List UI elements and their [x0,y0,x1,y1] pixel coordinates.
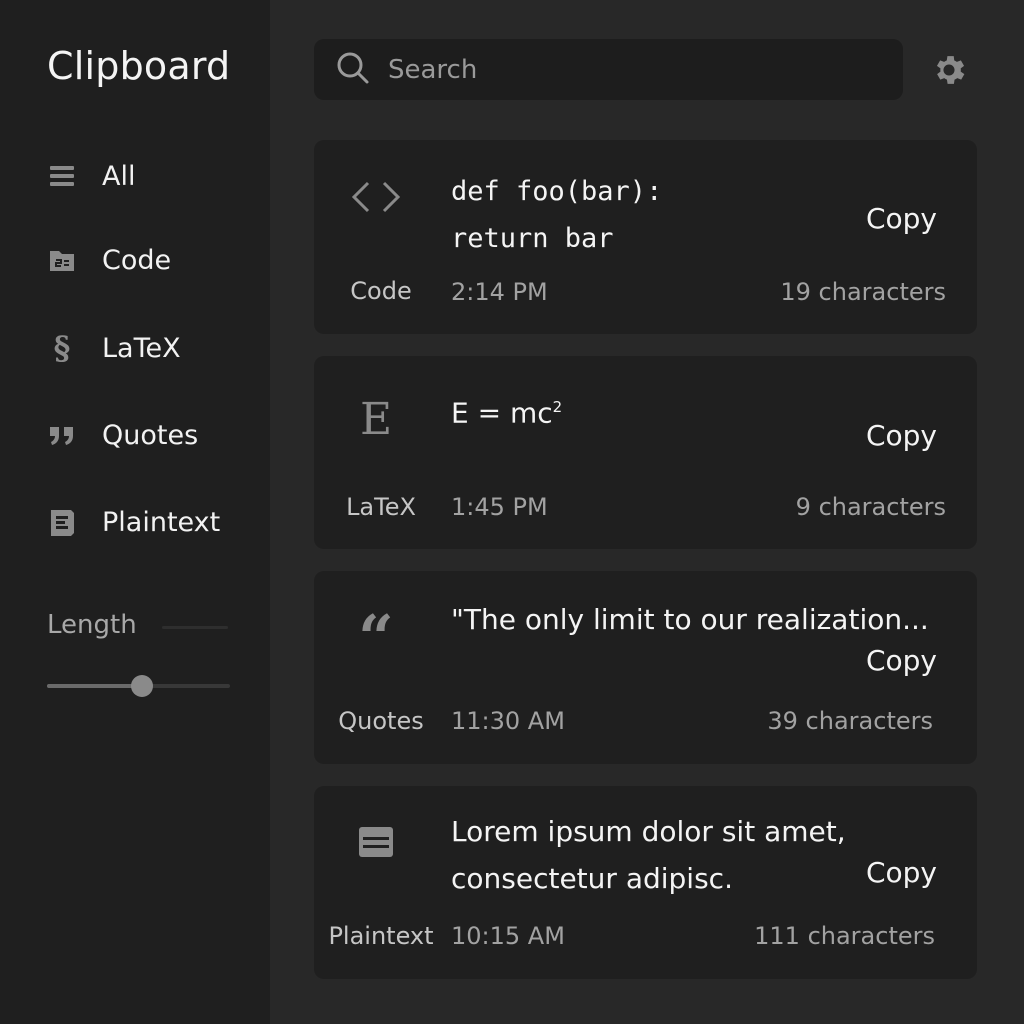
code-brackets-icon [340,167,412,227]
sidebar-item-label: Code [102,244,172,276]
sidebar-item-label: LaTeX [102,332,181,364]
clip-card[interactable]: Lorem ipsum dolor sit amet, consectetur … [314,786,977,979]
clip-char-count: 39 characters [767,707,933,735]
svg-text:E: E [360,396,392,440]
clip-char-count: 9 characters [795,493,946,521]
clip-time: 2:14 PM [451,278,548,306]
search-bar[interactable] [314,39,903,100]
clip-line: Lorem ipsum dolor sit amet, [451,815,846,848]
quote-icon: “ [340,599,412,659]
sidebar-item-label: Quotes [102,419,199,451]
clip-type: Plaintext [328,922,434,950]
svg-text:§: § [54,331,71,365]
clip-line: return bar [451,223,614,254]
clip-card[interactable]: E E = mc2 Copy LaTeX 1:45 PM 9 character… [314,356,977,549]
clip-line: def foo(bar): [451,176,663,207]
clip-line: consectetur adipisc. [451,862,733,895]
clip-time: 10:15 AM [451,922,565,950]
text-icon [47,507,77,537]
sidebar-item-latex[interactable]: § LaTeX [47,328,181,368]
length-slider[interactable] [47,672,230,700]
slider-fill [47,684,143,688]
copy-button[interactable]: Copy [866,856,937,889]
sidebar-item-label: Plaintext [102,506,221,538]
search-icon [336,51,370,89]
sidebar: Clipboard All Code § LaTeX Quotes Plaint… [0,0,270,1024]
latex-base: E = mc [451,396,553,430]
svg-text:“: “ [358,609,394,649]
gear-icon[interactable] [930,51,968,89]
latex-e-icon: E [340,388,412,448]
clip-type: Code [350,277,412,305]
clip-content: Lorem ipsum dolor sit amet, consectetur … [451,808,846,902]
clip-char-count: 19 characters [780,278,946,306]
clip-content: E = mc2 [451,384,562,436]
clip-card[interactable]: “ "The only limit to our realization... … [314,571,977,764]
copy-button[interactable]: Copy [866,419,937,452]
quote-icon [47,420,77,450]
code-folder-icon [47,245,77,275]
latex-superscript: 2 [552,398,563,416]
clip-type: Quotes [338,707,424,735]
app-title: Clipboard [47,44,231,88]
section-icon: § [47,331,77,365]
clip-content: "The only limit to our realization... [451,603,929,636]
clip-card[interactable]: def foo(bar): return bar Copy Code 2:14 … [314,140,977,334]
sidebar-item-all[interactable]: All [47,156,135,196]
sidebar-item-label: All [102,160,136,192]
list-icon [47,161,77,191]
clip-time: 11:30 AM [451,707,565,735]
clip-char-count: 111 characters [754,922,935,950]
clip-content: def foo(bar): return bar [451,168,662,262]
sidebar-item-code[interactable]: Code [47,240,171,280]
sidebar-item-quotes[interactable]: Quotes [47,415,198,455]
text-block-icon [340,812,412,872]
clip-time: 1:45 PM [451,493,548,521]
sidebar-item-plaintext[interactable]: Plaintext [47,502,220,542]
copy-button[interactable]: Copy [866,644,937,677]
clip-type: LaTeX [346,493,416,521]
divider [162,626,228,629]
length-filter-label: Length [47,610,137,640]
copy-button[interactable]: Copy [866,202,937,235]
slider-thumb[interactable] [131,675,154,697]
search-input[interactable] [388,54,868,85]
